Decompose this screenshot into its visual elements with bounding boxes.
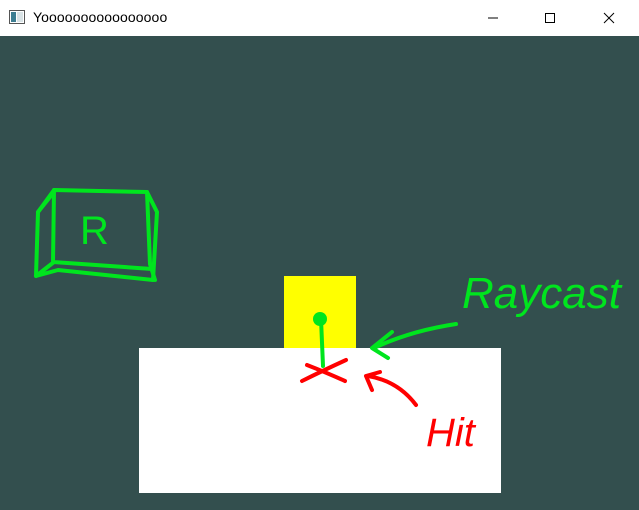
minimize-icon bbox=[488, 17, 498, 19]
maximize-button[interactable] bbox=[527, 0, 573, 36]
hit-label: Hit bbox=[426, 411, 477, 455]
window-title: Yoooooooooooooooo bbox=[33, 9, 168, 25]
raycast-label: Raycast bbox=[462, 269, 623, 318]
game-viewport[interactable]: R Raycast Hit bbox=[0, 36, 639, 510]
minimize-button[interactable] bbox=[470, 0, 516, 36]
close-button[interactable] bbox=[586, 0, 632, 36]
maximize-icon bbox=[545, 13, 555, 23]
key-hint-label: R bbox=[80, 209, 109, 253]
app-window-icon bbox=[9, 10, 25, 24]
title-bar: Yoooooooooooooooo bbox=[0, 0, 639, 36]
close-icon bbox=[603, 12, 615, 24]
scene-drawing: R Raycast Hit bbox=[34, 188, 623, 493]
